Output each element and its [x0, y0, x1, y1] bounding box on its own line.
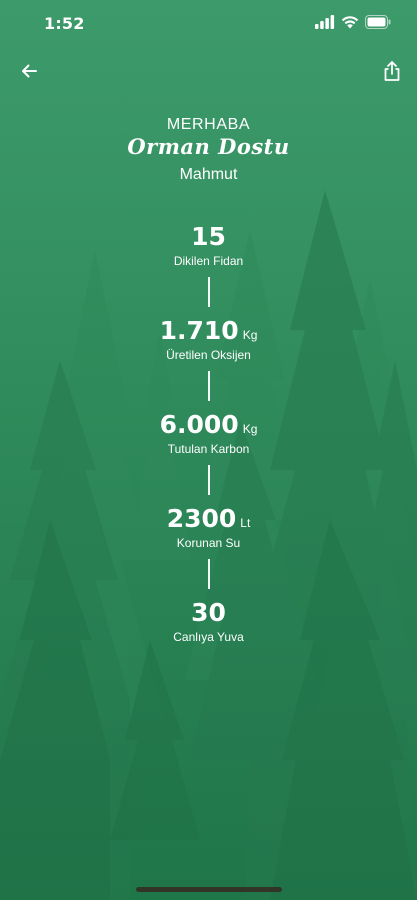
stat-label: Üretilen Oksijen — [166, 348, 251, 362]
stat-unit: Kg — [242, 328, 258, 342]
stat-carbon: 6.000 Kg Tutulan Karbon — [0, 410, 417, 457]
timeline-divider — [207, 465, 210, 495]
stat-unit: Kg — [242, 422, 258, 436]
stat-label: Canlıya Yuva — [173, 630, 244, 644]
stat-value: 30 — [191, 598, 226, 627]
stat-value: 1.710 — [159, 316, 239, 345]
stat-saplings: 15 Dikilen Fidan — [0, 222, 417, 269]
status-icons — [315, 15, 391, 29]
stat-unit: Lt — [240, 516, 251, 530]
greeting: MERHABA Orman Dostu Mahmut — [0, 115, 417, 185]
timeline-divider — [207, 371, 210, 401]
stat-value: 2300 — [166, 504, 237, 533]
stat-label: Dikilen Fidan — [173, 254, 244, 268]
impact-screen: 1:52 MERHABA Orman Dostu Mahmut 15 Dikil… — [0, 0, 417, 900]
share-icon — [384, 61, 400, 81]
stat-label: Korunan Su — [176, 536, 241, 550]
stat-water: 2300 Lt Korunan Su — [0, 504, 417, 551]
stat-value: 6.000 — [159, 410, 239, 439]
stat-oxygen: 1.710 Kg Üretilen Oksijen — [0, 316, 417, 363]
battery-icon — [365, 15, 391, 29]
wifi-icon — [341, 16, 359, 29]
back-button[interactable] — [16, 58, 42, 84]
impact-stats: 15 Dikilen Fidan 1.710 Kg Üretilen Oksij… — [0, 222, 417, 645]
status-time: 1:52 — [44, 14, 85, 33]
stat-habitats: 30 Canlıya Yuva — [0, 598, 417, 645]
timeline-divider — [207, 277, 210, 307]
greeting-hello: MERHABA — [166, 116, 251, 133]
stat-label: Tutulan Karbon — [167, 442, 250, 456]
status-bar: 1:52 — [0, 0, 417, 48]
share-button[interactable] — [379, 58, 405, 84]
arrow-left-icon — [22, 64, 37, 78]
cellular-signal-icon — [315, 15, 335, 29]
home-indicator[interactable] — [136, 887, 282, 892]
timeline-divider — [207, 559, 210, 589]
stat-value: 15 — [191, 222, 226, 251]
greeting-title: Orman Dostu — [127, 134, 290, 159]
user-name: Mahmut — [179, 166, 238, 183]
